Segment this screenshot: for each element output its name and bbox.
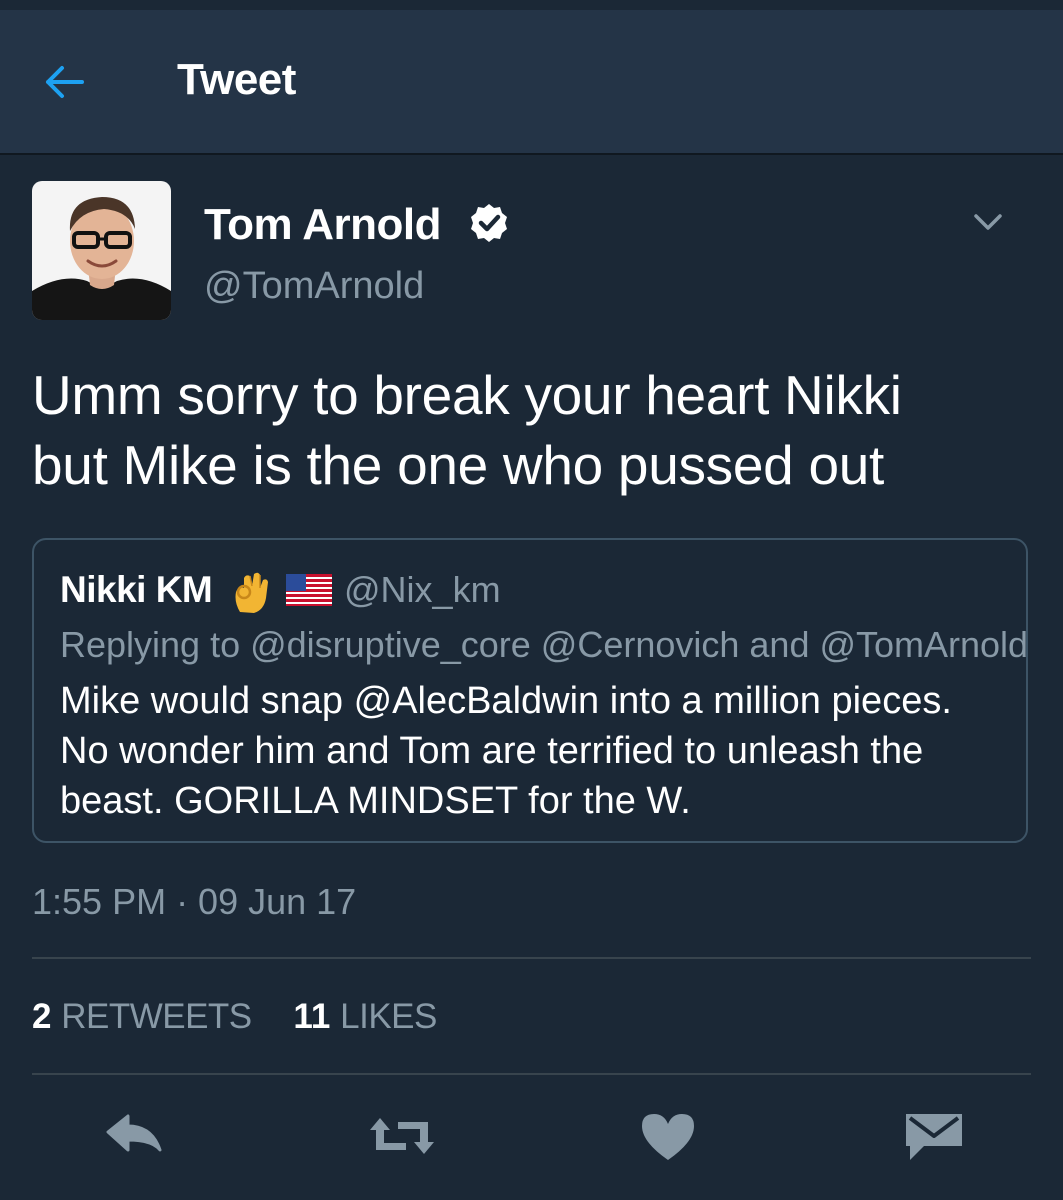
likes-count: 11 — [293, 997, 331, 1036]
retweets-count: 2 — [32, 997, 52, 1036]
retweet-button[interactable] — [366, 1108, 438, 1164]
author-name[interactable]: Tom Arnold — [204, 198, 441, 252]
divider — [32, 1073, 1031, 1075]
heart-icon — [642, 1114, 694, 1160]
direct-message-button[interactable] — [902, 1108, 966, 1164]
chevron-down-icon — [974, 214, 1002, 230]
ok-hand-emoji-icon — [235, 572, 268, 613]
more-options-button[interactable] — [968, 204, 1008, 238]
quoted-author-name: Nikki KM — [60, 569, 213, 610]
envelope-icon — [906, 1114, 962, 1160]
back-button[interactable] — [38, 60, 90, 104]
quoted-author-handle: @Nix_km — [344, 569, 501, 610]
status-bar — [0, 0, 1063, 10]
retweet-icon — [370, 1118, 434, 1154]
retweets-label: RETWEETS — [61, 997, 252, 1036]
reply-icon — [106, 1114, 162, 1152]
quoted-tweet-card[interactable]: Nikki KM @Nix_km Replying to @disruptive… — [32, 538, 1028, 843]
likes-label: LIKES — [340, 997, 437, 1036]
author-avatar[interactable] — [32, 181, 171, 320]
reply-button[interactable] — [102, 1108, 166, 1164]
page-title: Tweet — [177, 55, 296, 104]
like-button[interactable] — [636, 1108, 700, 1164]
replying-to-text: Replying to @disruptive_core @Cernovich … — [60, 624, 1029, 665]
quoted-tweet-text: Mike would snap @AlecBaldwin into a mill… — [60, 680, 952, 822]
tweet-timestamp: 1:55 PM · 09 Jun 17 — [32, 881, 357, 922]
verified-badge-icon — [471, 204, 507, 242]
engagement-stats: 2 RETWEETS 11 LIKES — [32, 994, 469, 1040]
retweets-stat[interactable]: 2 RETWEETS — [32, 994, 252, 1040]
author-handle[interactable]: @TomArnold — [204, 262, 424, 310]
top-app-bar: Tweet — [0, 10, 1063, 155]
divider — [32, 957, 1031, 959]
tweet-text: Umm sorry to break your heart Nikki but … — [32, 364, 902, 496]
us-flag-emoji-icon — [286, 574, 332, 606]
back-arrow-icon — [46, 66, 84, 98]
likes-stat[interactable]: 11 LIKES — [293, 994, 437, 1040]
